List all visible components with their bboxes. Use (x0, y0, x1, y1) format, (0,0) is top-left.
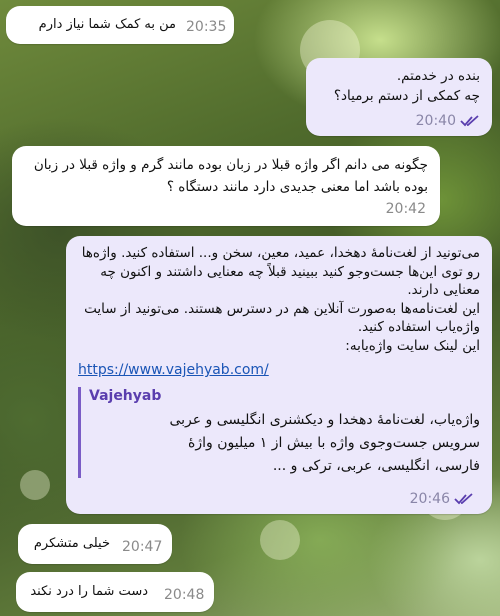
message-bubble[interactable]: بنده در خدمتم. چه کمکی از دستم برمیاد؟ 2… (306, 58, 492, 136)
vajehyab-link[interactable]: https://www.vajehyab.com/ (78, 361, 480, 379)
message-time: 20:47 (122, 539, 163, 555)
background-bokeh (260, 520, 300, 560)
double-check-icon (460, 115, 479, 127)
message-bubble[interactable]: من به کمک شما نیاز دارم 20:35 (6, 6, 234, 44)
link-preview[interactable]: Vajehyab واژه‌یاب، لغت‌نامۀ دهخدا و دیکش… (78, 387, 480, 478)
link-preview-description: واژه‌یاب، لغت‌نامۀ دهخدا و دیکشنری انگلی… (169, 412, 480, 474)
message-bubble[interactable]: خیلی متشکرم 20:47 (18, 524, 172, 564)
message-text: می‌تونید از لغت‌نامۀ دهخدا، عمید، معین، … (81, 245, 480, 354)
message-time: 20:48 (164, 587, 205, 603)
message-time: 20:46 (409, 491, 450, 507)
message-time: 20:42 (385, 201, 426, 217)
message-text: بنده در خدمتم. چه کمکی از دستم برمیاد؟ (333, 68, 480, 104)
message-bubble[interactable]: چگونه می دانم اگر واژه قبلا در زبان بوده… (12, 146, 440, 226)
double-check-icon (454, 493, 473, 505)
message-time: 20:35 (186, 19, 227, 35)
message-text: خیلی متشکرم (33, 536, 110, 551)
message-time: 20:40 (415, 113, 456, 129)
link-preview-title: Vajehyab (89, 388, 162, 404)
background-bokeh (20, 470, 50, 500)
message-bubble[interactable]: می‌تونید از لغت‌نامۀ دهخدا، عمید، معین، … (66, 236, 492, 514)
message-text: من به کمک شما نیاز دارم (38, 17, 176, 32)
message-text: چگونه می دانم اگر واژه قبلا در زبان بوده… (33, 157, 428, 195)
message-text: دست شما را درد نکند (30, 584, 148, 599)
message-bubble[interactable]: دست شما را درد نکند 20:48 (16, 572, 214, 612)
